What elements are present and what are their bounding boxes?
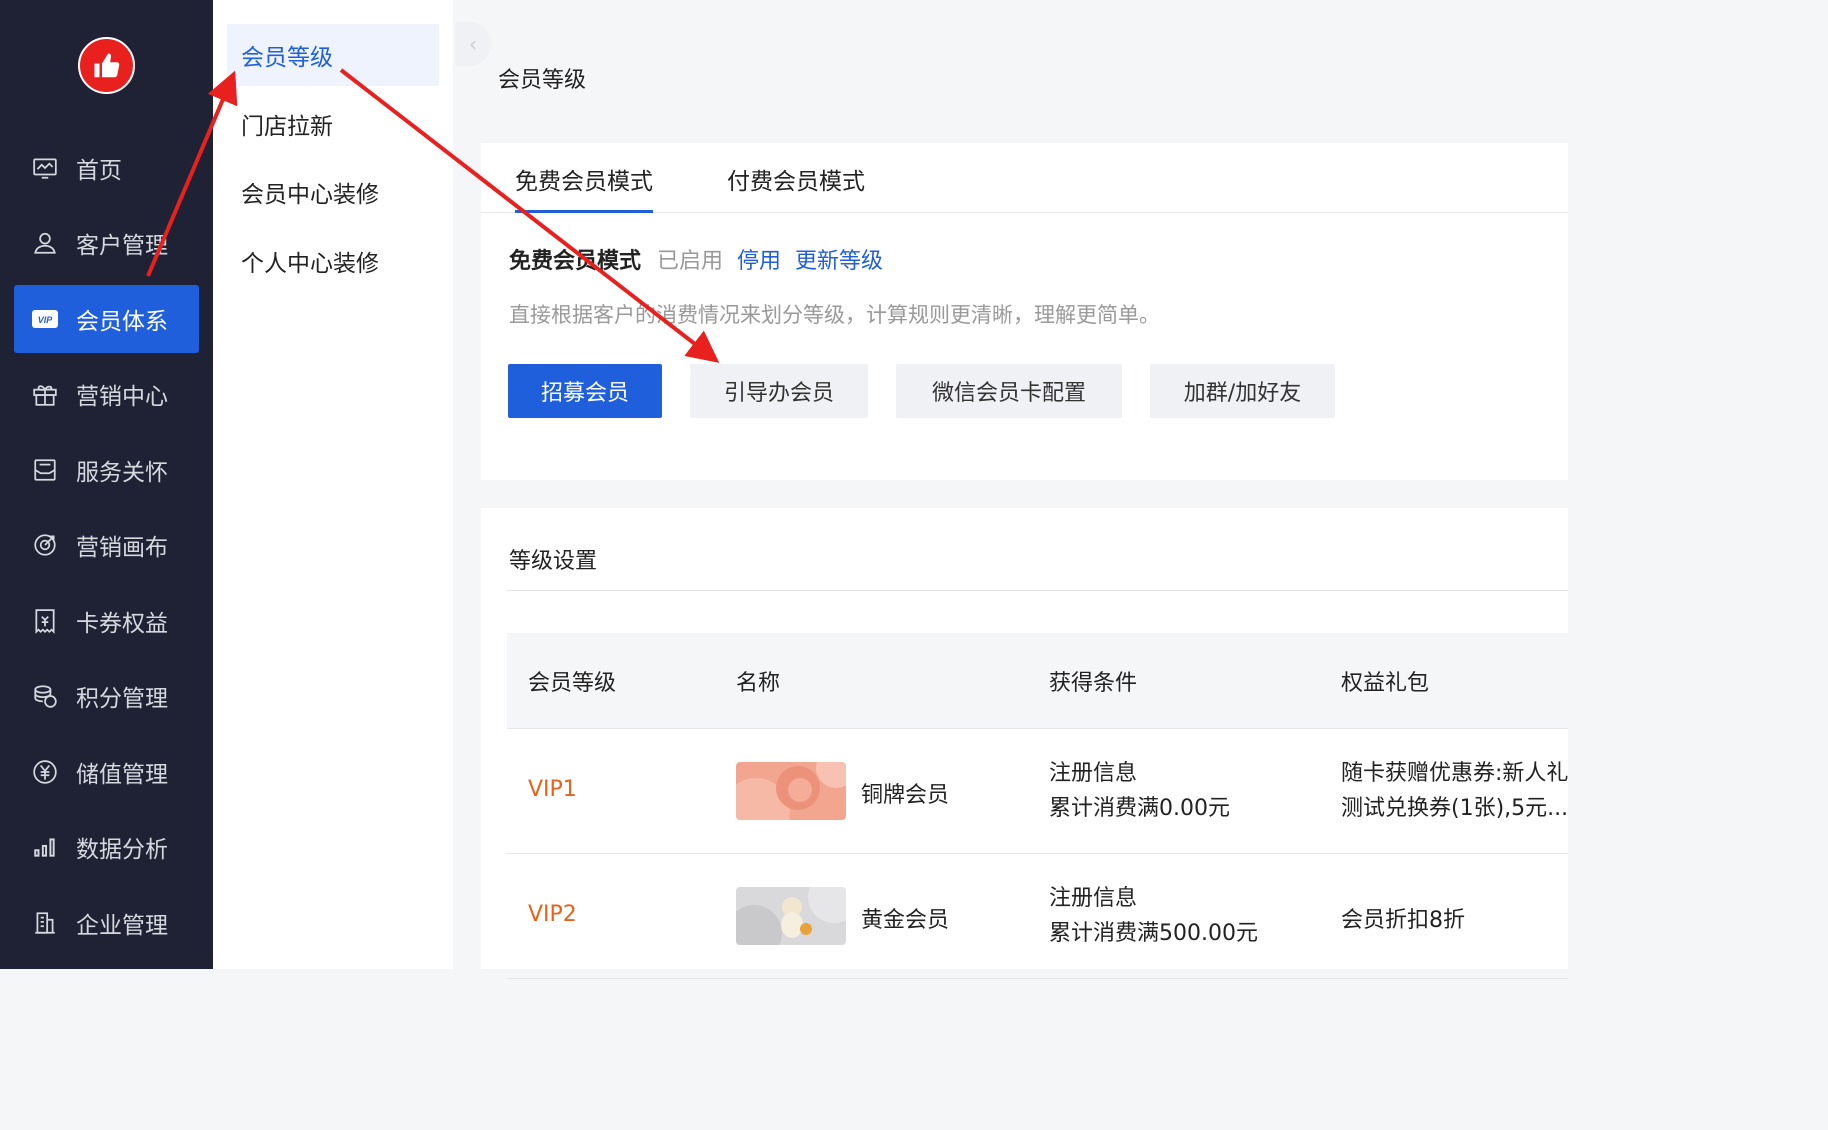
level-card-image bbox=[736, 762, 846, 820]
submenu-item-label: 个人中心装修 bbox=[241, 251, 379, 277]
table-header: 会员等级 名称 获得条件 权益礼包 bbox=[507, 633, 1568, 729]
submenu-item-personal-center-decor[interactable]: 个人中心装修 bbox=[227, 230, 439, 292]
sidebar-item-analytics[interactable]: 数据分析 bbox=[14, 813, 199, 881]
condition-line: 累计消费满0.00元 bbox=[1049, 796, 1230, 821]
submenu-item-label: 门店拉新 bbox=[241, 114, 333, 140]
sidebar-item-label: 储值管理 bbox=[76, 762, 168, 788]
sidebar-item-label: 积分管理 bbox=[76, 686, 168, 712]
status-badge: 已启用 bbox=[657, 249, 724, 274]
submenu-item-label: 会员中心装修 bbox=[241, 182, 379, 208]
column-header-level: 会员等级 bbox=[528, 671, 617, 696]
level-code: VIP1 bbox=[528, 777, 577, 802]
level-condition: 注册信息 累计消费满0.00元 bbox=[1049, 756, 1230, 826]
coupon-icon bbox=[30, 606, 60, 636]
column-header-condition: 获得条件 bbox=[1049, 671, 1138, 696]
sidebar-item-coupons[interactable]: 卡券权益 bbox=[14, 587, 199, 655]
chevron-left-icon: ‹ bbox=[469, 32, 477, 56]
level-name: 黄金会员 bbox=[861, 908, 950, 933]
column-header-name: 名称 bbox=[736, 671, 781, 696]
app-root: 首页 客户管理 VIP 会员体系 营销中心 服务关怀 营销画布 卡券权益 积分管… bbox=[0, 0, 1568, 979]
sidebar-item-customers[interactable]: 客户管理 bbox=[14, 209, 199, 277]
join-group-button[interactable]: 加群/加好友 bbox=[1150, 364, 1335, 418]
tab-free-mode[interactable]: 免费会员模式 bbox=[515, 162, 653, 213]
thumbs-up-logo[interactable] bbox=[78, 37, 135, 94]
sidebar-item-label: 卡券权益 bbox=[76, 611, 168, 637]
column-header-benefits: 权益礼包 bbox=[1341, 671, 1430, 696]
condition-line: 累计消费满500.00元 bbox=[1049, 921, 1258, 946]
secondary-menu: 会员等级 门店拉新 会员中心装修 个人中心装修 bbox=[213, 0, 453, 969]
vip-badge-text: VIP bbox=[38, 315, 54, 325]
sidebar-item-label: 会员体系 bbox=[76, 309, 168, 335]
page-title: 会员等级 bbox=[498, 68, 587, 93]
mode-tabs: 免费会员模式 付费会员模式 bbox=[481, 143, 1568, 213]
gift-icon bbox=[30, 379, 60, 409]
submenu-item-member-level[interactable]: 会员等级 bbox=[227, 24, 439, 86]
condition-line: 注册信息 bbox=[1049, 886, 1138, 911]
level-benefits: 会员折扣8折 bbox=[1341, 908, 1465, 933]
sidebar-item-membership[interactable]: VIP 会员体系 bbox=[14, 285, 199, 353]
sidebar-item-label: 营销中心 bbox=[76, 384, 168, 410]
section-title: 等级设置 bbox=[509, 549, 598, 574]
level-name: 铜牌会员 bbox=[861, 783, 950, 808]
submenu-item-label: 会员等级 bbox=[241, 45, 333, 71]
update-level-link[interactable]: 更新等级 bbox=[795, 243, 883, 275]
yen-icon bbox=[30, 757, 60, 787]
target-icon bbox=[30, 530, 60, 560]
condition-line: 注册信息 bbox=[1049, 761, 1138, 786]
sidebar-item-enterprise[interactable]: 企业管理 bbox=[14, 889, 199, 957]
sidebar-item-label: 营销画布 bbox=[76, 535, 168, 561]
vip-icon: VIP bbox=[30, 304, 60, 334]
level-condition: 注册信息 累计消费满500.00元 bbox=[1049, 881, 1258, 951]
level-settings-card: 等级设置 会员等级 名称 获得条件 权益礼包 VIP1 铜牌会员 注册信息 累计… bbox=[481, 508, 1568, 979]
table-row[interactable]: VIP2 黄金会员 注册信息 累计消费满500.00元 会员折扣8折 bbox=[507, 854, 1568, 979]
level-card-image bbox=[736, 887, 846, 945]
mode-status-line: 免费会员模式 已启用 停用 更新等级 bbox=[509, 243, 883, 275]
sidebar-item-points[interactable]: 积分管理 bbox=[14, 662, 199, 730]
recruit-member-button[interactable]: 招募会员 bbox=[508, 364, 662, 418]
user-icon bbox=[30, 228, 60, 258]
submenu-item-member-center-decor[interactable]: 会员中心装修 bbox=[227, 161, 439, 223]
coins-icon bbox=[30, 681, 60, 711]
sidebar-item-service-care[interactable]: 服务关怀 bbox=[14, 436, 199, 504]
disable-link[interactable]: 停用 bbox=[737, 243, 781, 275]
benefit-line: 测试兑换券(1张),5元... bbox=[1341, 796, 1568, 821]
level-code: VIP2 bbox=[528, 902, 577, 927]
sidebar-item-label: 企业管理 bbox=[76, 913, 168, 939]
sidebar-item-canvas[interactable]: 营销画布 bbox=[14, 511, 199, 579]
membership-mode-card: 免费会员模式 付费会员模式 免费会员模式 已启用 停用 更新等级 直接根据客户的… bbox=[481, 143, 1568, 480]
divider bbox=[507, 590, 1568, 591]
sidebar-item-marketing[interactable]: 营销中心 bbox=[14, 360, 199, 428]
wechat-card-config-button[interactable]: 微信会员卡配置 bbox=[896, 364, 1122, 418]
sidebar-item-stored-value[interactable]: 储值管理 bbox=[14, 738, 199, 806]
tab-paid-mode[interactable]: 付费会员模式 bbox=[727, 162, 865, 213]
benefit-line: 随卡获赠优惠券:新人礼 bbox=[1341, 761, 1568, 786]
message-icon bbox=[30, 455, 60, 485]
bar-chart-icon bbox=[30, 832, 60, 862]
level-benefits: 随卡获赠优惠券:新人礼 测试兑换券(1张),5元... bbox=[1341, 756, 1568, 826]
sidebar-item-label: 客户管理 bbox=[76, 233, 168, 259]
submenu-item-store-acquisition[interactable]: 门店拉新 bbox=[227, 93, 439, 155]
sidebar-item-home[interactable]: 首页 bbox=[14, 134, 199, 202]
sidebar-item-label: 服务关怀 bbox=[76, 460, 168, 486]
mode-name: 免费会员模式 bbox=[509, 249, 642, 274]
table-row[interactable]: VIP1 铜牌会员 注册信息 累计消费满0.00元 随卡获赠优惠券:新人礼 测试… bbox=[507, 729, 1568, 854]
primary-sidebar: 首页 客户管理 VIP 会员体系 营销中心 服务关怀 营销画布 卡券权益 积分管… bbox=[0, 0, 213, 969]
dashboard-icon bbox=[30, 153, 60, 183]
guide-member-button[interactable]: 引导办会员 bbox=[690, 364, 868, 418]
thumbs-up-icon bbox=[94, 53, 119, 77]
sidebar-item-label: 首页 bbox=[76, 158, 122, 184]
mode-description: 直接根据客户的消费情况来划分等级，计算规则更清晰，理解更简单。 bbox=[509, 303, 1160, 327]
building-icon bbox=[30, 908, 60, 938]
sidebar-item-label: 数据分析 bbox=[76, 837, 168, 863]
collapse-menu-button[interactable]: ‹ bbox=[455, 22, 491, 66]
